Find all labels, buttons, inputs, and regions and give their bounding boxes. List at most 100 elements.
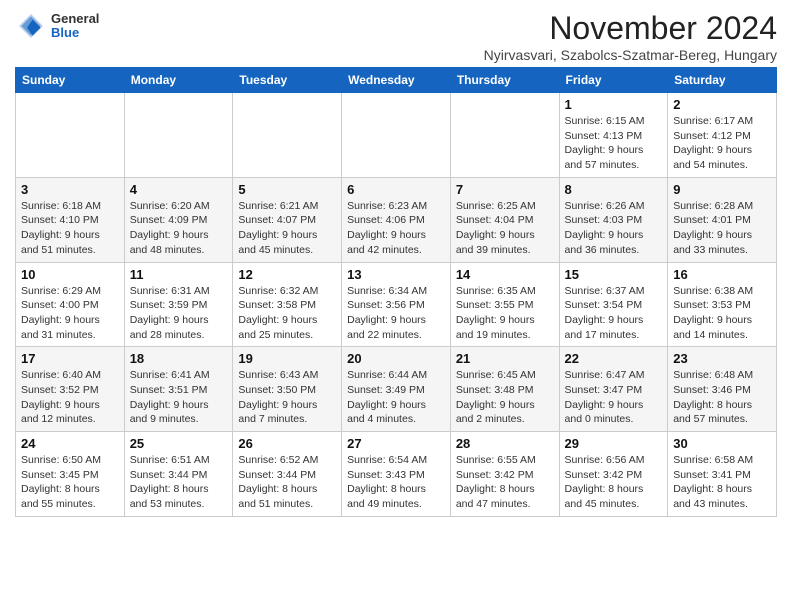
day-number: 23 [673,351,771,366]
day-info: Sunrise: 6:32 AM Sunset: 3:58 PM Dayligh… [238,284,336,343]
day-cell: 11 Sunrise: 6:31 AM Sunset: 3:59 PM Dayli… [124,262,233,347]
logo-icon [15,10,47,42]
header-saturday: Saturday [668,68,777,93]
day-number: 24 [21,436,119,451]
logo: General Blue [15,10,99,42]
day-info: Sunrise: 6:38 AM Sunset: 3:53 PM Dayligh… [673,284,771,343]
day-info: Sunrise: 6:37 AM Sunset: 3:54 PM Dayligh… [565,284,663,343]
week-row-4: 17 Sunrise: 6:40 AM Sunset: 3:52 PM Dayli… [16,347,777,432]
day-info: Sunrise: 6:56 AM Sunset: 3:42 PM Dayligh… [565,453,663,512]
day-cell: 27 Sunrise: 6:54 AM Sunset: 3:43 PM Dayli… [342,432,451,517]
day-info: Sunrise: 6:18 AM Sunset: 4:10 PM Dayligh… [21,199,119,258]
day-cell: 13 Sunrise: 6:34 AM Sunset: 3:56 PM Dayli… [342,262,451,347]
day-cell: 26 Sunrise: 6:52 AM Sunset: 3:44 PM Dayli… [233,432,342,517]
day-cell: 29 Sunrise: 6:56 AM Sunset: 3:42 PM Dayli… [559,432,668,517]
day-info: Sunrise: 6:54 AM Sunset: 3:43 PM Dayligh… [347,453,445,512]
day-info: Sunrise: 6:44 AM Sunset: 3:49 PM Dayligh… [347,368,445,427]
day-number: 20 [347,351,445,366]
page-header: General Blue November 2024 Nyirvasvari, … [15,10,777,63]
day-cell: 1 Sunrise: 6:15 AM Sunset: 4:13 PM Daylig… [559,93,668,178]
day-cell [233,93,342,178]
day-cell: 20 Sunrise: 6:44 AM Sunset: 3:49 PM Dayli… [342,347,451,432]
day-info: Sunrise: 6:29 AM Sunset: 4:00 PM Dayligh… [21,284,119,343]
day-cell: 18Sunrise: 6:41 AM Sunset: 3:51 PM Dayli… [124,347,233,432]
day-info: Sunrise: 6:20 AM Sunset: 4:09 PM Dayligh… [130,199,228,258]
header-tuesday: Tuesday [233,68,342,93]
day-number: 4 [130,182,228,197]
day-number: 28 [456,436,554,451]
day-info: Sunrise: 6:52 AM Sunset: 3:44 PM Dayligh… [238,453,336,512]
header-sunday: Sunday [16,68,125,93]
day-number: 2 [673,97,771,112]
day-info: Sunrise: 6:31 AM Sunset: 3:59 PM Dayligh… [130,284,228,343]
day-cell: 15Sunrise: 6:37 AM Sunset: 3:54 PM Dayli… [559,262,668,347]
day-info: Sunrise: 6:15 AM Sunset: 4:13 PM Dayligh… [565,114,663,173]
week-row-3: 10 Sunrise: 6:29 AM Sunset: 4:00 PM Dayli… [16,262,777,347]
day-number: 25 [130,436,228,451]
day-number: 8 [565,182,663,197]
title-area: November 2024 Nyirvasvari, Szabolcs-Szat… [484,10,777,63]
day-info: Sunrise: 6:40 AM Sunset: 3:52 PM Dayligh… [21,368,119,427]
day-info: Sunrise: 6:51 AM Sunset: 3:44 PM Dayligh… [130,453,228,512]
day-cell: 19 Sunrise: 6:43 AM Sunset: 3:50 PM Dayli… [233,347,342,432]
day-number: 5 [238,182,336,197]
day-number: 30 [673,436,771,451]
day-cell: 5 Sunrise: 6:21 AM Sunset: 4:07 PM Daylig… [233,177,342,262]
day-cell: 24 Sunrise: 6:50 AM Sunset: 3:45 PM Dayli… [16,432,125,517]
day-number: 29 [565,436,663,451]
day-info: Sunrise: 6:48 AM Sunset: 3:46 PM Dayligh… [673,368,771,427]
location-subtitle: Nyirvasvari, Szabolcs-Szatmar-Bereg, Hun… [484,47,777,63]
day-info: Sunrise: 6:21 AM Sunset: 4:07 PM Dayligh… [238,199,336,258]
day-number: 19 [238,351,336,366]
day-cell: 21Sunrise: 6:45 AM Sunset: 3:48 PM Dayli… [450,347,559,432]
day-number: 17 [21,351,119,366]
calendar-header: SundayMondayTuesdayWednesdayThursdayFrid… [16,68,777,93]
day-info: Sunrise: 6:47 AM Sunset: 3:47 PM Dayligh… [565,368,663,427]
day-cell [342,93,451,178]
logo-text: General Blue [51,12,99,41]
day-number: 27 [347,436,445,451]
day-info: Sunrise: 6:28 AM Sunset: 4:01 PM Dayligh… [673,199,771,258]
day-cell: 23 Sunrise: 6:48 AM Sunset: 3:46 PM Dayli… [668,347,777,432]
day-number: 13 [347,267,445,282]
day-number: 16 [673,267,771,282]
header-monday: Monday [124,68,233,93]
calendar-table: SundayMondayTuesdayWednesdayThursdayFrid… [15,67,777,517]
day-number: 9 [673,182,771,197]
day-cell [16,93,125,178]
day-cell: 16 Sunrise: 6:38 AM Sunset: 3:53 PM Dayli… [668,262,777,347]
day-cell: 2Sunrise: 6:17 AM Sunset: 4:12 PM Daylig… [668,93,777,178]
day-cell: 17 Sunrise: 6:40 AM Sunset: 3:52 PM Dayli… [16,347,125,432]
day-number: 6 [347,182,445,197]
day-cell: 3 Sunrise: 6:18 AM Sunset: 4:10 PM Daylig… [16,177,125,262]
day-cell: 10 Sunrise: 6:29 AM Sunset: 4:00 PM Dayli… [16,262,125,347]
month-title: November 2024 [484,10,777,47]
header-wednesday: Wednesday [342,68,451,93]
day-info: Sunrise: 6:50 AM Sunset: 3:45 PM Dayligh… [21,453,119,512]
day-info: Sunrise: 6:35 AM Sunset: 3:55 PM Dayligh… [456,284,554,343]
day-number: 12 [238,267,336,282]
day-number: 18 [130,351,228,366]
day-info: Sunrise: 6:25 AM Sunset: 4:04 PM Dayligh… [456,199,554,258]
day-cell: 7Sunrise: 6:25 AM Sunset: 4:04 PM Daylig… [450,177,559,262]
day-cell [124,93,233,178]
day-cell: 6Sunrise: 6:23 AM Sunset: 4:06 PM Daylig… [342,177,451,262]
logo-general: General [51,12,99,26]
day-number: 26 [238,436,336,451]
day-cell [450,93,559,178]
day-number: 21 [456,351,554,366]
day-number: 3 [21,182,119,197]
day-cell: 14Sunrise: 6:35 AM Sunset: 3:55 PM Dayli… [450,262,559,347]
day-info: Sunrise: 6:43 AM Sunset: 3:50 PM Dayligh… [238,368,336,427]
day-cell: 8 Sunrise: 6:26 AM Sunset: 4:03 PM Daylig… [559,177,668,262]
header-friday: Friday [559,68,668,93]
day-number: 10 [21,267,119,282]
calendar-body: 1 Sunrise: 6:15 AM Sunset: 4:13 PM Daylig… [16,93,777,517]
day-number: 1 [565,97,663,112]
week-row-5: 24 Sunrise: 6:50 AM Sunset: 3:45 PM Dayli… [16,432,777,517]
day-number: 11 [130,267,228,282]
day-info: Sunrise: 6:34 AM Sunset: 3:56 PM Dayligh… [347,284,445,343]
header-row: SundayMondayTuesdayWednesdayThursdayFrid… [16,68,777,93]
day-info: Sunrise: 6:26 AM Sunset: 4:03 PM Dayligh… [565,199,663,258]
day-cell: 9 Sunrise: 6:28 AM Sunset: 4:01 PM Daylig… [668,177,777,262]
